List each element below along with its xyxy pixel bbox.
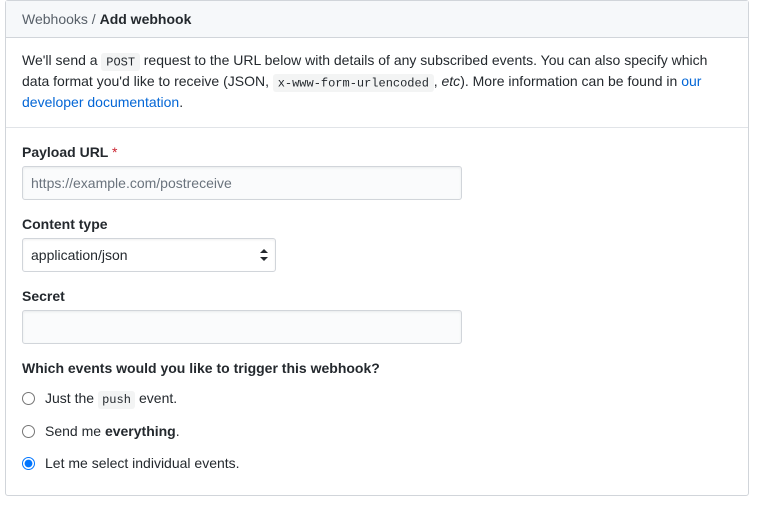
intro-text: We'll send a POST request to the URL bel… — [6, 38, 748, 128]
intro-fragment: We'll send a — [22, 52, 101, 68]
events-heading: Which events would you like to trigger t… — [22, 360, 732, 376]
breadcrumb-separator: / — [92, 11, 96, 27]
intro-code-urlencoded: x-www-form-urlencoded — [273, 74, 434, 93]
content-type-select[interactable]: application/json — [22, 238, 276, 272]
content-type-group: Content type application/json — [22, 216, 732, 272]
intro-code-post: POST — [101, 53, 139, 72]
form-body: Payload URL * Content type application/j… — [6, 128, 748, 495]
secret-group: Secret — [22, 288, 732, 344]
webhook-panel: Webhooks / Add webhook We'll send a POST… — [5, 0, 749, 496]
content-type-label: Content type — [22, 216, 732, 232]
breadcrumb-current: Add webhook — [100, 11, 192, 27]
payload-url-group: Payload URL * — [22, 144, 732, 200]
intro-em: etc — [442, 73, 461, 89]
events-radio-individual[interactable] — [22, 457, 35, 470]
events-option-push[interactable]: Just the push event. — [22, 382, 732, 415]
events-option-individual[interactable]: Let me select individual events. — [22, 447, 732, 479]
events-label-everything[interactable]: Send me everything. — [45, 423, 180, 439]
intro-fragment: , — [434, 73, 442, 89]
secret-input[interactable] — [22, 310, 462, 344]
events-label-push[interactable]: Just the push event. — [45, 390, 177, 407]
events-option-everything[interactable]: Send me everything. — [22, 415, 732, 447]
payload-url-input[interactable] — [22, 166, 462, 200]
events-radio-everything[interactable] — [22, 425, 35, 438]
breadcrumb-parent-link[interactable]: Webhooks — [22, 11, 88, 27]
required-asterisk: * — [112, 144, 117, 160]
payload-url-label: Payload URL * — [22, 144, 732, 160]
intro-fragment: . — [179, 94, 183, 110]
events-radio-push[interactable] — [22, 392, 35, 405]
breadcrumb: Webhooks / Add webhook — [6, 1, 748, 38]
events-group: Which events would you like to trigger t… — [22, 360, 732, 479]
events-label-individual[interactable]: Let me select individual events. — [45, 455, 240, 471]
secret-label: Secret — [22, 288, 732, 304]
intro-fragment: ). More information can be found in — [460, 73, 681, 89]
